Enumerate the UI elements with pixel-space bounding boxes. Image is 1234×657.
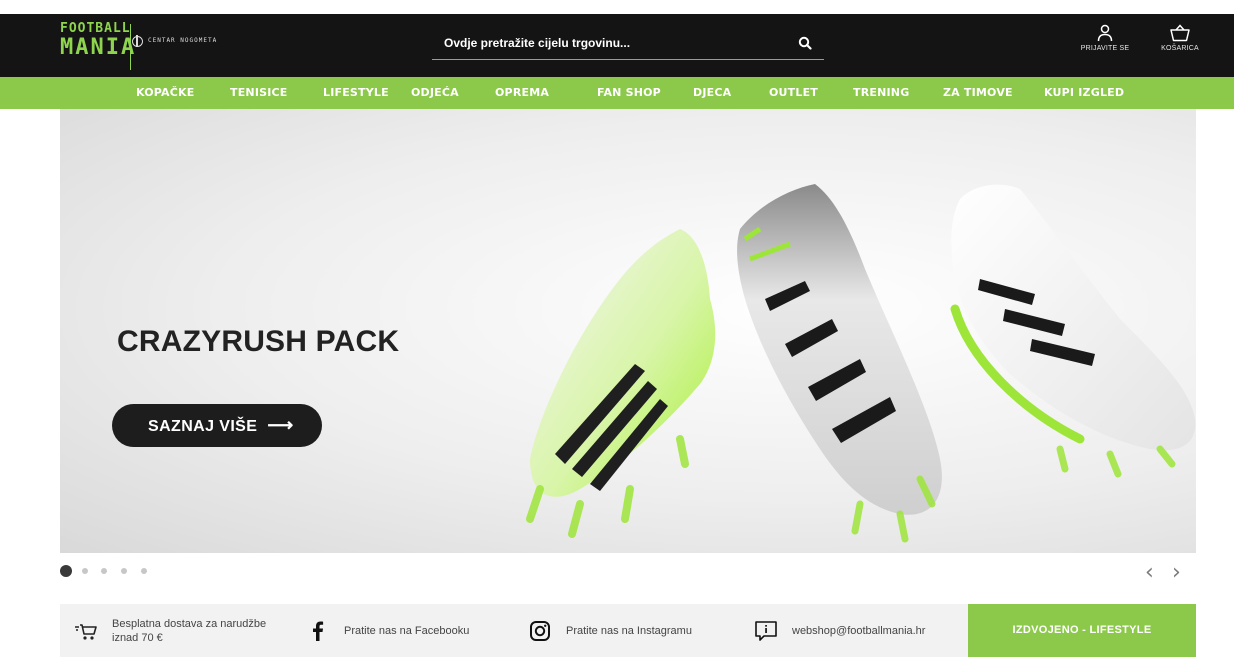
user-icon	[1097, 24, 1113, 42]
logo-text-bottom: MANIA	[60, 35, 137, 60]
instagram-text: Pratite nas na Instagramu	[566, 624, 692, 637]
logo-divider	[130, 24, 131, 70]
login-button[interactable]: PRIJAVITE SE	[1076, 24, 1134, 52]
facebook-text: Pratite nas na Facebooku	[344, 624, 470, 637]
learn-more-button[interactable]: SAZNAJ VIŠE ⟶	[112, 404, 322, 447]
nav-item-kupi-izgled[interactable]: KUPI IZGLED	[1044, 86, 1124, 99]
delivery-cart-icon	[75, 623, 97, 640]
chat-info-icon	[755, 620, 777, 641]
search-bar[interactable]: Ovdje pretražite cijelu trgovinu...	[432, 30, 824, 60]
carousel-dot-2[interactable]	[82, 568, 88, 574]
nav-item-outlet[interactable]: OUTLET	[769, 86, 818, 99]
nav-item-lifestyle[interactable]: LIFESTYLE	[323, 86, 389, 99]
delivery-info: Besplatna dostava za narudžbe iznad 70 €	[74, 604, 266, 657]
cart-label: KOŠARICA	[1161, 45, 1199, 52]
featured-lifestyle-button[interactable]: IZDVOJENO - LIFESTYLE	[968, 604, 1196, 657]
carousel-prev-icon[interactable]: ‹	[1145, 560, 1154, 585]
carousel-dot-1[interactable]	[60, 565, 72, 577]
carousel-next-icon[interactable]: ›	[1172, 560, 1181, 585]
login-label: PRIJAVITE SE	[1080, 45, 1130, 52]
search-input[interactable]: Ovdje pretražite cijelu trgovinu...	[444, 36, 630, 50]
top-gap	[0, 0, 1234, 14]
main-nav: KOPAČKE TENISICE LIFESTYLE ODJEĆA OPREMA…	[0, 77, 1234, 109]
carousel-dot-4[interactable]	[121, 568, 127, 574]
delivery-text-line1: Besplatna dostava za narudžbe	[112, 617, 267, 630]
nav-item-odjeca[interactable]: ODJEĆA	[411, 86, 459, 99]
email-link[interactable]: webshop@footballmania.hr	[754, 604, 925, 657]
cart-button[interactable]: KOŠARICA	[1150, 24, 1210, 52]
search-icon[interactable]	[798, 36, 812, 50]
football-pitch-icon	[132, 35, 143, 47]
delivery-text-line2: iznad 70 €	[112, 631, 163, 644]
logo-text-top: FOOTBALL	[60, 21, 131, 36]
site-logo[interactable]: FOOTBALL MANIA	[60, 21, 134, 72]
facebook-link[interactable]: Pratite nas na Facebooku	[306, 604, 469, 657]
instagram-link[interactable]: Pratite nas na Instagramu	[528, 604, 692, 657]
info-bar: Besplatna dostava za narudžbe iznad 70 €…	[60, 604, 1196, 657]
facebook-icon	[313, 621, 324, 641]
learn-more-label: SAZNAJ VIŠE	[148, 418, 258, 435]
arrow-right-icon: ⟶	[267, 415, 294, 435]
nav-item-tenisice[interactable]: TENISICE	[230, 86, 288, 99]
nav-item-trening[interactable]: TRENING	[853, 86, 909, 99]
carousel-dot-5[interactable]	[141, 568, 147, 574]
boots-image	[526, 184, 1196, 543]
nav-item-fan-shop[interactable]: FAN SHOP	[597, 86, 661, 99]
instagram-icon	[530, 620, 550, 641]
carousel-dot-3[interactable]	[101, 568, 107, 574]
hero-banner[interactable]: CRAZYRUSH PACK SAZNAJ VIŠE ⟶	[60, 109, 1196, 553]
nav-item-oprema[interactable]: OPREMA	[495, 86, 549, 99]
email-text: webshop@footballmania.hr	[792, 624, 926, 637]
nav-item-kopacke[interactable]: KOPAČKE	[136, 86, 194, 99]
logo-tagline: CENTAR NOGOMETA	[148, 37, 218, 44]
nav-item-djeca[interactable]: DJECA	[693, 86, 731, 99]
site-header: FOOTBALL MANIA CENTAR NOGOMETA Ovdje pre…	[0, 14, 1234, 77]
basket-icon	[1170, 24, 1190, 42]
nav-item-za-timove[interactable]: ZA TIMOVE	[943, 86, 1013, 99]
hero-title: CRAZYRUSH PACK	[117, 325, 400, 358]
